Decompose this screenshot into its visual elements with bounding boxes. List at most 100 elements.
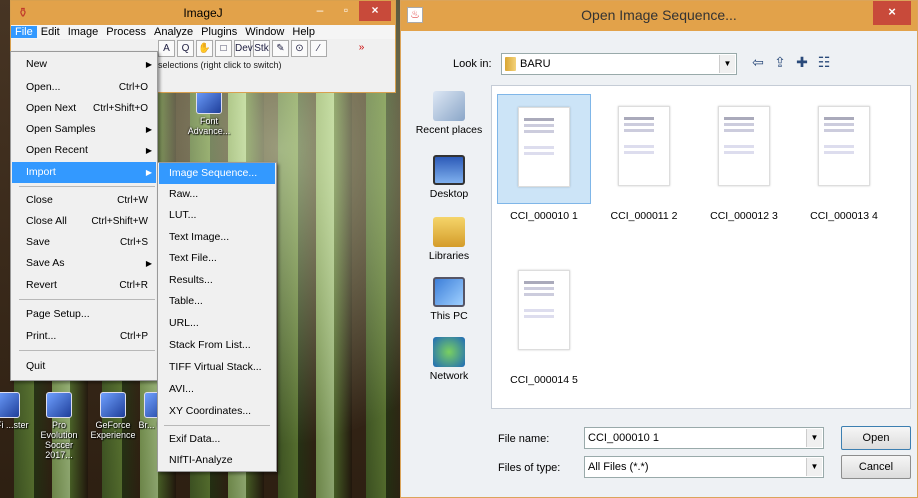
place-this-pc[interactable]: This PC [411, 277, 487, 322]
shortcut-label: Ctrl+W [117, 195, 148, 206]
file-thumbnail-frame [797, 94, 891, 204]
submenu-item-image-sequence[interactable]: Image Sequence... [159, 163, 275, 184]
desktop-icon-geforce[interactable]: GeForce Experience [90, 392, 136, 440]
desktop-icon-label: Font Advance... [187, 116, 231, 136]
submenu-item-text-file[interactable]: Text File... [159, 248, 275, 269]
submenu-item-nifti-analyze[interactable]: NIfTI-Analyze [159, 450, 275, 471]
menu-separator [19, 350, 155, 351]
maximize-button[interactable]: ▫ [333, 1, 359, 21]
dev-tool-icon[interactable]: Dev [234, 40, 253, 57]
place-recent-places[interactable]: Recent places [411, 91, 487, 136]
minimize-button[interactable]: – [307, 1, 333, 21]
menu-item-import[interactable]: Import ▶ [12, 162, 156, 183]
file-item[interactable]: CCI_000012 3 [694, 94, 794, 222]
menu-item-label: Print... [26, 330, 57, 342]
submenu-item-results[interactable]: Results... [159, 270, 275, 291]
view-menu-icon[interactable]: ☷ [816, 54, 832, 71]
brush-tool-icon[interactable]: ⊙ [291, 40, 308, 57]
submenu-item-tiff-virtual-stack[interactable]: TIFF Virtual Stack... [159, 357, 275, 378]
imagej-titlebar[interactable]: ⚱ ImageJ – ▫ × [11, 1, 395, 25]
document-thumbnail-icon [518, 107, 570, 187]
submenu-item-xy-coordinates[interactable]: XY Coordinates... [159, 401, 275, 422]
menu-item-open-samples[interactable]: Open Samples ▶ [12, 119, 156, 140]
desktop-icon-pes[interactable]: Pro Evolution Soccer 2017... [36, 392, 82, 460]
menu-item-label: Save As [26, 257, 65, 269]
submenu-item-raw[interactable]: Raw... [159, 184, 275, 205]
menu-item-close-all[interactable]: Close All Ctrl+Shift+W [12, 211, 156, 232]
menu-item-quit[interactable]: Quit [12, 356, 156, 377]
desktop-icon-wifi[interactable]: WiFi ...ster [0, 392, 30, 430]
place-desktop[interactable]: Desktop [411, 155, 487, 200]
menu-item-print[interactable]: Print... Ctrl+P [12, 326, 156, 347]
imagej-toolbar: A Q ✋ □ Dev Stk ✎ ⊙ ∕ » [158, 40, 370, 57]
submenu-item-text-image[interactable]: Text Image... [159, 227, 275, 248]
close-button[interactable]: × [359, 1, 391, 21]
open-button[interactable]: Open [841, 426, 911, 450]
menu-item-revert[interactable]: Revert Ctrl+R [12, 275, 156, 296]
menu-item-open-recent[interactable]: Open Recent ▶ [12, 140, 156, 161]
menu-help[interactable]: Help [288, 26, 319, 38]
new-folder-icon[interactable]: ✚ [794, 54, 810, 71]
document-thumbnail-icon [618, 106, 670, 186]
file-item-selected[interactable]: CCI_000010 1 [494, 94, 594, 222]
look-in-label: Look in: [453, 58, 492, 70]
submenu-item-avi[interactable]: AVI... [159, 379, 275, 400]
stack-tool-icon[interactable]: Stk [253, 40, 270, 57]
up-folder-icon[interactable]: ⇪ [772, 54, 788, 71]
hand-tool-icon[interactable]: ✋ [196, 40, 213, 57]
place-libraries[interactable]: Libraries [411, 217, 487, 262]
desktop-icon-font-advance[interactable]: Font Advance... [186, 88, 232, 136]
arrow-tool-icon[interactable]: ∕ [310, 40, 327, 57]
menu-item-new[interactable]: New ▶ [12, 54, 156, 75]
text-tool-icon[interactable]: A [158, 40, 175, 57]
magnifier-tool-icon[interactable]: Q [177, 40, 194, 57]
submenu-item-exif-data[interactable]: Exif Data... [159, 429, 275, 450]
chevron-down-icon[interactable]: ▼ [719, 55, 735, 73]
submenu-item-url[interactable]: URL... [159, 313, 275, 334]
chevron-down-icon[interactable]: ▼ [806, 458, 822, 476]
file-item[interactable]: CCI_000014 5 [494, 258, 594, 386]
color-picker-icon[interactable]: □ [215, 40, 232, 57]
menu-window[interactable]: Window [241, 26, 288, 38]
window-title: ImageJ [183, 6, 223, 20]
menu-edit[interactable]: Edit [37, 26, 64, 38]
file-item[interactable]: CCI_000013 4 [794, 94, 894, 222]
shortcut-label: Ctrl+R [119, 280, 148, 291]
menu-item-close[interactable]: Close Ctrl+W [12, 190, 156, 211]
geforce-icon [100, 392, 126, 418]
file-name-field[interactable]: CCI_000010 1 ▼ [584, 427, 824, 449]
file-item[interactable]: CCI_000011 2 [594, 94, 694, 222]
menu-image[interactable]: Image [64, 26, 103, 38]
dialog-titlebar[interactable]: ♨ Open Image Sequence... × [401, 1, 917, 31]
more-tools-icon[interactable]: » [353, 40, 370, 57]
chevron-down-icon[interactable]: ▼ [806, 429, 822, 447]
menu-item-open[interactable]: Open... Ctrl+O [12, 77, 156, 98]
dialog-close-button[interactable]: × [873, 1, 911, 25]
menu-file[interactable]: File [11, 26, 37, 38]
submenu-item-stack-from-list[interactable]: Stack From List... [159, 335, 275, 356]
menu-process[interactable]: Process [102, 26, 150, 38]
submenu-arrow-icon: ▶ [145, 125, 152, 134]
pencil-tool-icon[interactable]: ✎ [272, 40, 289, 57]
cancel-button[interactable]: Cancel [841, 455, 911, 479]
menu-item-save-as[interactable]: Save As ▶ [12, 253, 156, 274]
document-thumbnail-icon [818, 106, 870, 186]
file-list: CCI_000010 1 CCI_000011 2 CCI_000012 3 C… [491, 85, 911, 409]
submenu-item-table[interactable]: Table... [159, 291, 275, 312]
menu-item-page-setup[interactable]: Page Setup... [12, 304, 156, 325]
files-of-type-dropdown[interactable]: All Files (*.*) ▼ [584, 456, 824, 478]
menu-item-save[interactable]: Save Ctrl+S [12, 232, 156, 253]
submenu-arrow-icon: ▶ [145, 168, 152, 177]
place-network[interactable]: Network [411, 337, 487, 382]
menu-analyze[interactable]: Analyze [150, 26, 197, 38]
menu-item-label: Open Recent [26, 144, 88, 156]
place-label: Network [429, 370, 469, 382]
menu-item-open-next[interactable]: Open Next Ctrl+Shift+O [12, 98, 156, 119]
imagej-app-icon: ⚱ [17, 5, 29, 20]
look-in-dropdown[interactable]: BARU ▼ [501, 53, 737, 75]
menu-item-label: Quit [26, 360, 46, 372]
menu-plugins[interactable]: Plugins [197, 26, 241, 38]
submenu-item-lut[interactable]: LUT... [159, 205, 275, 226]
back-arrow-icon[interactable]: ⇦ [750, 54, 766, 71]
file-thumbnail-frame [597, 94, 691, 204]
